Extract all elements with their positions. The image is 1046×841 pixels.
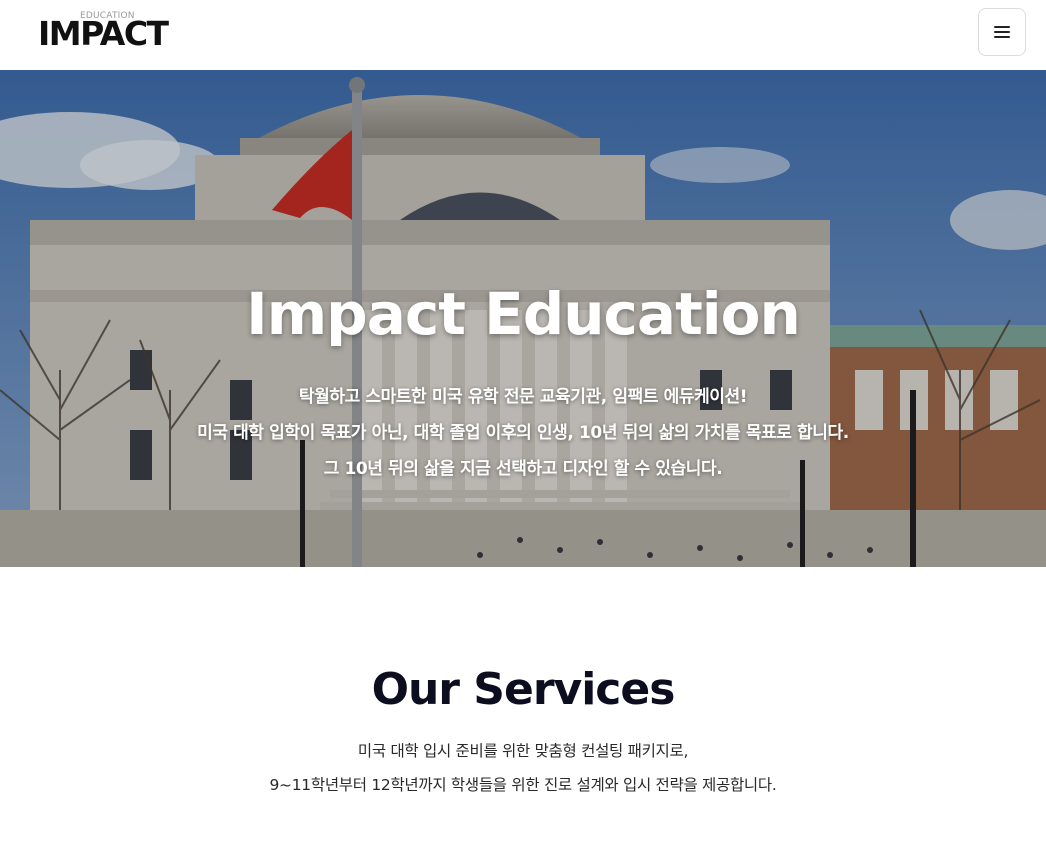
services-description-1: 미국 대학 입시 준비를 위한 맞춤형 컨설팅 패키지로, (357, 742, 689, 760)
hero-tagline-3: 그 10년 뒤의 삶을 지금 선택하고 디자인 할 수 있습니다. (323, 459, 723, 479)
hero-tagline-2: 미국 대학 입학이 목표가 아닌, 대학 졸업 이후의 인생, 10년 뒤의 삶… (197, 423, 849, 443)
impact-education-logo[interactable]: EDUCATION IMPACT (38, 11, 169, 54)
services-heading: Our Services (371, 664, 676, 715)
menu-button[interactable] (978, 8, 1026, 56)
logo-title: IMPACT (38, 14, 169, 53)
services-description-2: 9~11학년부터 12학년까지 학생들을 위한 진로 설계와 입시 전략을 제공… (269, 776, 777, 794)
site-header: EDUCATION IMPACT (0, 0, 1046, 70)
hero-tagline-1: 탁월하고 스마트한 미국 유학 전문 교육기관, 임팩트 에듀케이션! (298, 387, 748, 407)
hero-title: Impact Education (246, 280, 801, 348)
hero-banner: Impact Education 탁월하고 스마트한 미국 유학 전문 교육기관… (0, 70, 1046, 567)
hamburger-menu-icon (994, 26, 1010, 38)
